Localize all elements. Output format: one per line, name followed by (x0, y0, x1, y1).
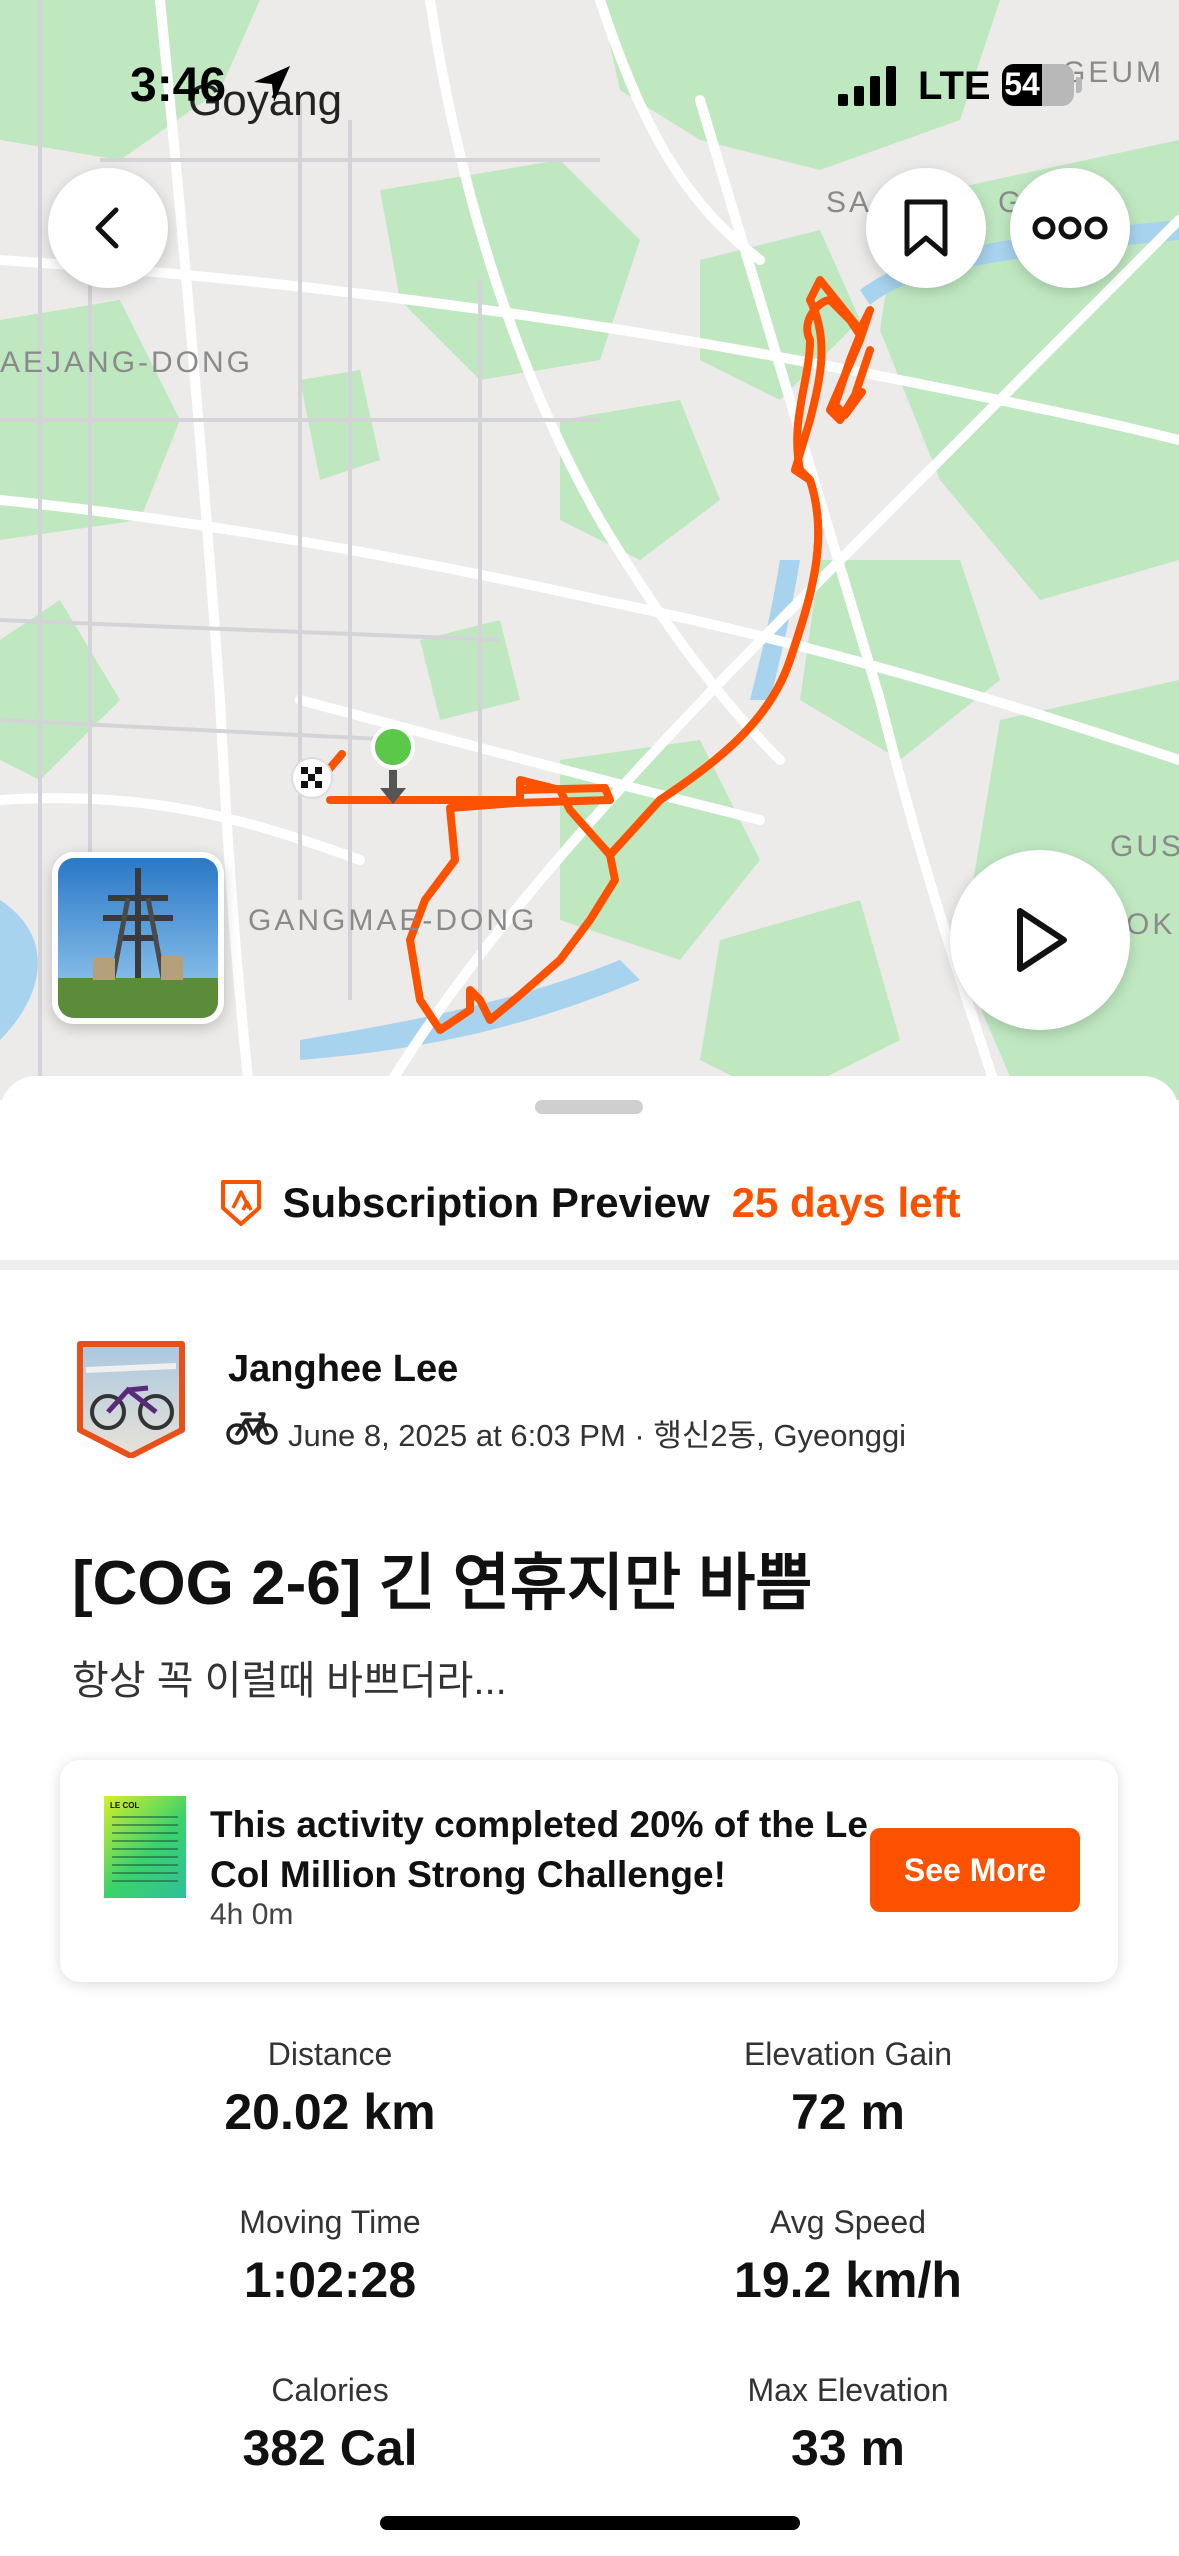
subscription-title: Subscription Preview (282, 1179, 710, 1226)
photo-image (58, 858, 218, 1018)
stat-label: Distance (267, 2036, 393, 2072)
stat-max-elevation: Max Elevation 33 m (598, 2372, 1098, 2477)
map-label-gus: GUS (1110, 830, 1179, 863)
stat-value: 382 Cal (242, 2420, 418, 2476)
status-time: 3:46 (130, 59, 227, 112)
bookmark-button[interactable] (866, 168, 986, 288)
play-icon (1017, 908, 1067, 972)
stat-value: 1:02:28 (243, 2252, 417, 2308)
stat-elevation-gain: Elevation Gain 72 m (598, 2036, 1098, 2141)
stat-value: 72 m (791, 2084, 905, 2140)
stat-label: Moving Time (239, 2204, 421, 2240)
stat-label: Elevation Gain (743, 2036, 953, 2072)
stat-distance: Distance 20.02 km (80, 2036, 580, 2141)
section-divider (0, 1260, 1179, 1270)
map-label-ok: OK (1126, 908, 1176, 941)
subscription-banner[interactable]: Subscription Preview 25 days left (0, 1168, 1179, 1238)
strava-shield-icon (220, 1180, 261, 1226)
activity-title: [COG 2-6] 긴 연휴지만 바쁨 (72, 1549, 813, 1618)
challenge-duration: 4h 0m (210, 1898, 294, 1931)
map-label-sa: SA (826, 186, 873, 219)
network-type: LTE (918, 64, 991, 108)
stat-label: Max Elevation (747, 2372, 949, 2408)
stat-value: 33 m (791, 2420, 905, 2476)
athlete-name[interactable]: Janghee Lee (228, 1348, 458, 1391)
athlete-avatar[interactable] (76, 1340, 186, 1459)
stat-label: Calories (271, 2372, 389, 2408)
route-map[interactable]: Goyang AEJANG-DONG GANGMAE-DONG SA G GEU… (0, 0, 1179, 1100)
map-label-gangmae: GANGMAE-DONG (248, 904, 538, 937)
battery-level: 54 (1004, 66, 1040, 102)
signal-icon (838, 66, 896, 106)
activity-details-sheet: Subscription Preview 25 days left Janghe… (0, 1076, 1179, 2556)
stat-value: 20.02 km (224, 2084, 436, 2140)
more-icon (1032, 216, 1108, 240)
bicycle-icon (226, 1412, 278, 1445)
challenge-text: This activity completed 20% of the Le Co… (210, 1804, 868, 1895)
flyover-play-button[interactable] (950, 850, 1130, 1030)
avatar-image (77, 1341, 185, 1459)
stat-label: Avg Speed (770, 2204, 926, 2240)
map-label-aejang: AEJANG-DONG (0, 346, 254, 379)
challenge-card[interactable]: LE COL This activity completed 20% of th… (60, 1760, 1118, 1982)
activity-photo-thumbnail[interactable] (52, 852, 224, 1024)
back-button[interactable] (48, 168, 168, 288)
stat-avg-speed: Avg Speed 19.2 km/h (598, 2204, 1098, 2309)
challenge-badge-image: LE COL (104, 1796, 186, 1898)
home-indicator[interactable] (380, 2516, 800, 2530)
sheet-drag-handle[interactable] (535, 1100, 643, 1114)
more-options-button[interactable] (1010, 168, 1130, 288)
see-more-button[interactable]: See More (870, 1828, 1080, 1912)
location-arrow-icon (254, 66, 290, 102)
bookmark-icon (904, 199, 948, 257)
stat-calories: Calories 382 Cal (80, 2372, 580, 2477)
battery-icon: 54 (1002, 64, 1082, 106)
chevron-left-icon (95, 207, 119, 249)
status-bar: 3:46 LTE 54 (0, 0, 1179, 150)
activity-meta: June 8, 2025 at 6:03 PM · 행신2동, Gyeonggi (288, 1418, 907, 1453)
subscription-days-left: 25 days left (731, 1179, 961, 1226)
svg-text:LE COL: LE COL (110, 1801, 139, 1810)
activity-description: 항상 꼭 이럴때 바쁘더라... (72, 1659, 507, 1703)
stat-value: 19.2 km/h (734, 2252, 962, 2308)
stat-moving-time: Moving Time 1:02:28 (80, 2204, 580, 2309)
